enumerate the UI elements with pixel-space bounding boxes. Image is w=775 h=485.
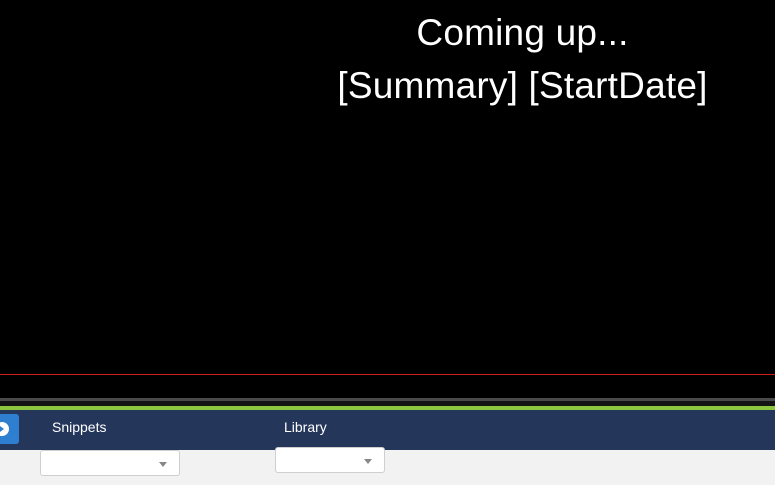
bottom-toolbar xyxy=(0,410,775,450)
snippets-select[interactable] xyxy=(40,450,180,476)
chevron-down-icon xyxy=(364,459,372,464)
circle-arrow-right-icon xyxy=(0,422,9,436)
heading-line-placeholders: [Summary] [StartDate] xyxy=(337,65,708,106)
slide-heading: Coming up... [Summary] [StartDate] xyxy=(270,6,775,112)
library-label: Library xyxy=(284,419,327,435)
heading-line-coming-up: Coming up... xyxy=(416,12,629,53)
panel-toggle-button[interactable] xyxy=(0,414,19,444)
snippets-label: Snippets xyxy=(52,419,107,435)
chevron-down-icon xyxy=(159,462,167,467)
library-select[interactable] xyxy=(275,447,385,473)
preview-stage: Coming up... [Summary] [StartDate] xyxy=(0,0,775,374)
stage-bottom-gap xyxy=(0,375,775,398)
